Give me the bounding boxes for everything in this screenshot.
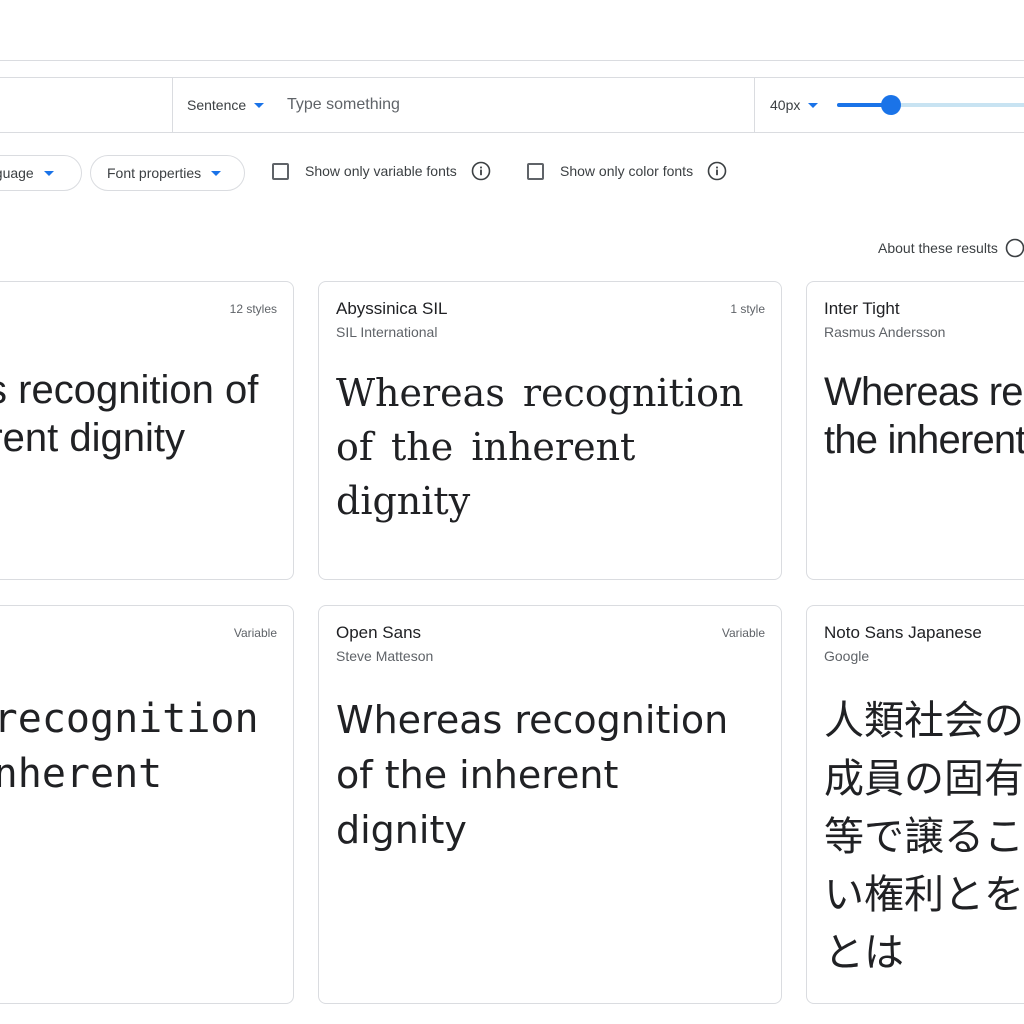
preview-text-input[interactable] xyxy=(287,92,727,118)
variable-fonts-label: Show only variable fonts xyxy=(305,163,457,179)
font-properties-chip[interactable]: Font properties xyxy=(90,155,245,191)
slider-thumb[interactable] xyxy=(881,95,902,115)
toolbar-divider xyxy=(172,78,173,132)
language-filter-chip[interactable]: nguage xyxy=(0,155,82,191)
chevron-down-icon xyxy=(254,102,265,108)
font-name: Open Sans xyxy=(336,623,422,642)
style-count: 12 styles xyxy=(229,302,277,316)
font-designer: SIL International xyxy=(336,324,438,340)
font-name: Inter Tight xyxy=(824,299,900,318)
font-size-slider[interactable] xyxy=(837,95,1024,115)
font-card[interactable]: Noto Sans Japanese Google 人類社会のすべての構成員の固… xyxy=(806,605,1024,1004)
variable-fonts-checkbox[interactable] xyxy=(272,162,289,180)
style-count: Variable xyxy=(233,626,277,640)
preview-mode-label: Sentence xyxy=(187,97,247,113)
preview-mode-dropdown[interactable]: Sentence xyxy=(187,97,265,113)
font-card[interactable]: Abyssinica SIL SIL International 1 style… xyxy=(318,281,782,580)
font-card[interactable]: 12 styles Whereas recognition of the inh… xyxy=(0,281,294,580)
font-sample: Whereas recognition of the inherent dign… xyxy=(336,371,744,523)
about-results-link[interactable]: About these results xyxy=(878,238,1024,258)
font-sample: Whereas recognition of the inherent dign… xyxy=(0,368,259,460)
color-fonts-filter: Show only color fonts xyxy=(527,161,727,181)
color-fonts-label: Show only color fonts xyxy=(560,163,694,179)
font-browser-page: Sentence 40px nguage Font properties Sho… xyxy=(0,0,1024,1024)
font-card[interactable]: Variable Whereas recognition of the inhe… xyxy=(0,605,294,1004)
style-count: 1 style xyxy=(730,302,765,316)
color-fonts-checkbox[interactable] xyxy=(527,162,544,180)
font-name: Abyssinica SIL xyxy=(336,299,448,318)
chevron-down-icon xyxy=(43,170,54,176)
font-name: Noto Sans Japanese xyxy=(824,623,982,642)
font-sample: Whereas recognition of the inherent dign… xyxy=(824,370,1024,462)
top-header xyxy=(0,0,1024,61)
font-card[interactable]: Open Sans Steve Matteson Variable Wherea… xyxy=(318,605,782,1004)
style-count: Variable xyxy=(721,626,765,640)
chevron-down-icon xyxy=(211,170,222,176)
variable-fonts-filter: Show only variable fonts xyxy=(272,161,491,181)
info-icon xyxy=(1005,238,1024,258)
info-icon[interactable] xyxy=(707,161,727,181)
font-designer: Rasmus Andersson xyxy=(824,324,946,340)
font-properties-label: Font properties xyxy=(107,165,202,181)
about-results-label: About these results xyxy=(878,240,998,256)
chevron-down-icon xyxy=(808,102,819,108)
info-icon[interactable] xyxy=(471,161,491,181)
font-sample: Whereas recognition of the inherent dign… xyxy=(0,696,259,797)
font-designer: Google xyxy=(824,648,870,664)
font-designer: Steve Matteson xyxy=(336,648,434,664)
language-filter-label: nguage xyxy=(0,165,34,181)
toolbar-divider xyxy=(754,78,755,132)
font-size-label: 40px xyxy=(770,97,801,113)
font-sample: Whereas recognition of the inherent dign… xyxy=(336,698,729,852)
font-card[interactable]: Inter Tight Rasmus Andersson Whereas rec… xyxy=(806,281,1024,580)
font-size-dropdown[interactable]: 40px xyxy=(770,97,819,113)
preview-toolbar: Sentence 40px xyxy=(0,77,1024,133)
font-sample: 人類社会のすべての構成員の固有の尊厳と平等で譲ることのできない権利とを承認するこ… xyxy=(824,698,1024,976)
